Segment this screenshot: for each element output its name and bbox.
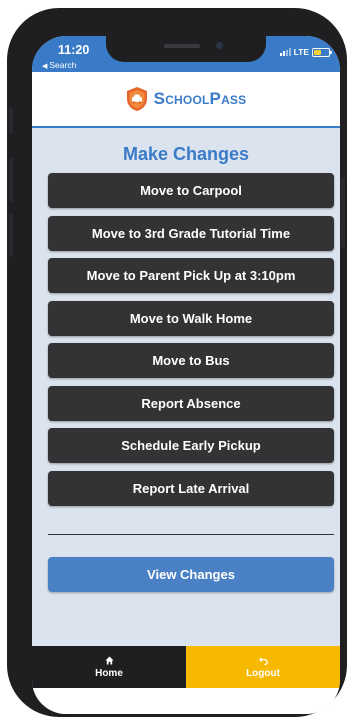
notch — [106, 36, 266, 62]
phone-frame: 11:20 ◀ Search LTE SchoolPass Make Chang… — [7, 8, 347, 717]
report-late-arrival-button[interactable]: Report Late Arrival — [48, 470, 334, 506]
move-to-walk-home-button[interactable]: Move to Walk Home — [48, 300, 334, 336]
camera — [216, 42, 223, 49]
mute-switch — [9, 108, 13, 134]
report-absence-button[interactable]: Report Absence — [48, 385, 334, 421]
move-to-bus-button[interactable]: Move to Bus — [48, 343, 334, 378]
schedule-early-pickup-button[interactable]: Schedule Early Pickup — [48, 428, 334, 463]
action-list: Move to Carpool Move to 3rd Grade Tutori… — [48, 173, 334, 513]
battery-icon — [312, 47, 332, 57]
view-changes-button[interactable]: View Changes — [48, 557, 334, 592]
tab-logout-label: Logout — [246, 667, 280, 679]
move-to-carpool-button[interactable]: Move to Carpool — [48, 173, 334, 208]
back-arrow-icon: ◀ — [42, 63, 48, 70]
move-to-parent-pickup-button[interactable]: Move to Parent Pick Up at 3:10pm — [48, 258, 334, 293]
back-to-search-link[interactable]: ◀ Search — [42, 60, 76, 70]
home-icon — [104, 655, 114, 665]
tab-home-label: Home — [95, 667, 123, 679]
logout-icon — [258, 656, 268, 665]
app-header: SchoolPass — [32, 72, 340, 128]
signal-icon — [279, 48, 291, 56]
tab-bar: Home Logout — [32, 646, 340, 688]
shield-car-icon — [126, 87, 147, 111]
network-label: LTE — [293, 47, 309, 57]
app-screen: 11:20 ◀ Search LTE SchoolPass Make Chang… — [32, 36, 340, 714]
status-indicators: LTE — [279, 47, 332, 57]
speaker — [164, 44, 200, 48]
move-to-tutorial-button[interactable]: Move to 3rd Grade Tutorial Time — [48, 215, 334, 251]
divider — [48, 534, 334, 535]
logo-text: SchoolPass — [153, 89, 247, 108]
volume-up-button — [9, 158, 13, 202]
page-title: Make Changes — [122, 144, 250, 164]
volume-down-button — [9, 213, 13, 257]
back-label: Search — [49, 60, 77, 70]
power-button — [341, 178, 345, 248]
status-bar: 11:20 ◀ Search LTE — [32, 36, 340, 72]
tab-logout[interactable]: Logout — [186, 646, 340, 688]
status-time: 11:20 — [58, 43, 90, 57]
home-indicator-area — [32, 688, 340, 714]
tab-home[interactable]: Home — [32, 646, 186, 688]
